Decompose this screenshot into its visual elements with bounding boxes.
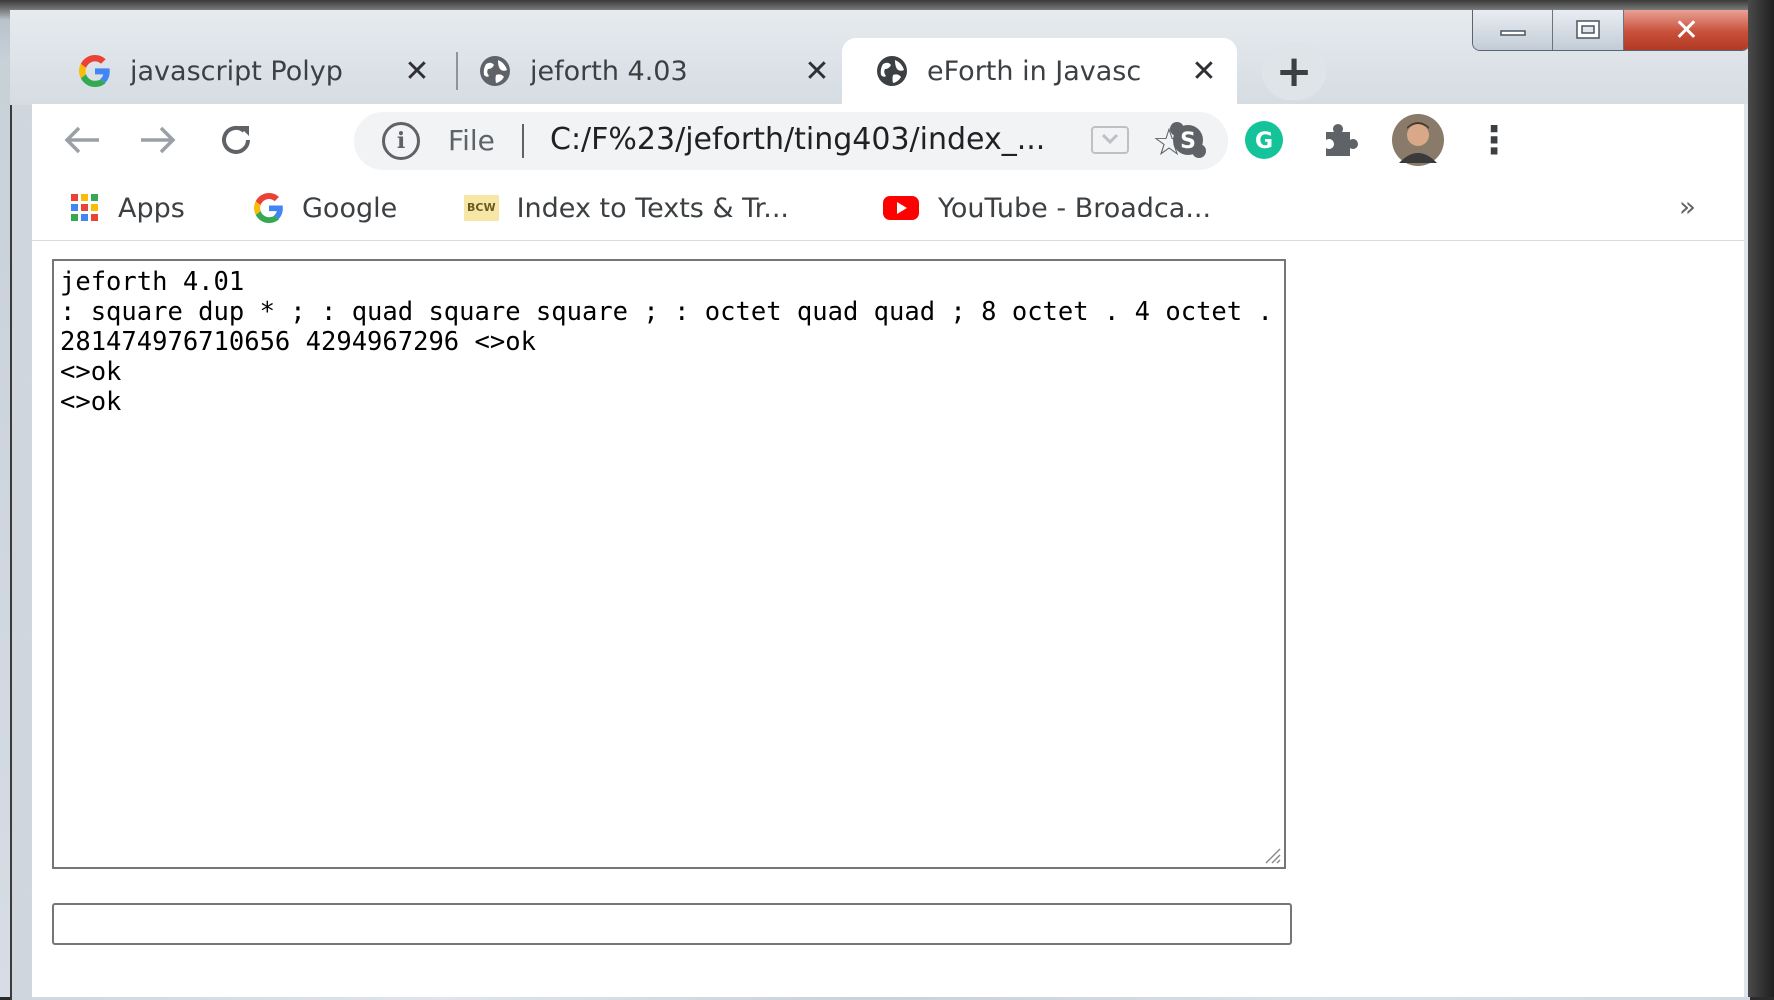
bookmark-apps[interactable]: Apps	[70, 186, 185, 230]
browser-toolbar: i File C:/F%23/jeforth/ting403/index_...…	[32, 104, 1744, 176]
bookmark-label: Google	[302, 192, 398, 224]
tab-javascript-polyp[interactable]: javascript Polyp ✕	[78, 38, 450, 104]
url-separator	[522, 124, 524, 158]
globe-icon	[478, 54, 512, 88]
minimize-icon	[1499, 30, 1526, 36]
close-icon: ✕	[1673, 12, 1700, 48]
close-tab-icon[interactable]: ✕	[398, 52, 436, 90]
tab-jeforth-403[interactable]: jeforth 4.03 ✕	[478, 38, 850, 104]
puzzle-piece-icon	[1326, 124, 1358, 156]
youtube-icon	[882, 194, 920, 222]
resize-grip-icon[interactable]	[1260, 843, 1282, 865]
profile-avatar-button[interactable]	[1390, 112, 1446, 168]
desktop-edge	[1748, 0, 1774, 997]
tab-title: jeforth 4.03	[530, 55, 688, 87]
tab-divider	[456, 52, 458, 90]
minimize-button[interactable]	[1473, 10, 1554, 50]
back-button[interactable]	[60, 118, 104, 162]
close-window-button[interactable]: ✕	[1623, 10, 1749, 50]
reload-button[interactable]	[214, 118, 258, 162]
close-tab-icon[interactable]: ✕	[798, 52, 836, 90]
bookmark-youtube[interactable]: YouTube - Broadca...	[882, 186, 1211, 230]
svg-text:G: G	[1255, 129, 1273, 154]
google-g-icon	[254, 193, 284, 223]
skype-icon: S	[1170, 122, 1206, 158]
globe-icon	[875, 54, 909, 88]
avatar	[1392, 114, 1444, 166]
console-output[interactable]: jeforth 4.01 : square dup * ; : quad squ…	[52, 259, 1286, 869]
pocket-icon	[1091, 126, 1129, 154]
bcw-icon: BCW	[464, 195, 499, 221]
new-tab-button[interactable]: +	[1262, 42, 1326, 100]
tab-eforth-in-javascript[interactable]: eForth in Javasc ✕	[842, 38, 1237, 104]
reload-icon	[222, 125, 250, 154]
extensions-button[interactable]	[1318, 118, 1362, 162]
bookmark-label: Apps	[118, 192, 185, 224]
maximize-icon	[1576, 20, 1600, 39]
apps-grid-icon	[70, 193, 100, 223]
bookmarks-bar: Apps Google BCW Index to Texts & Tr... Y…	[32, 176, 1744, 241]
url-text[interactable]: C:/F%23/jeforth/ting403/index_...	[550, 122, 1110, 157]
svg-text:S: S	[1180, 129, 1196, 154]
bookmarks-overflow-icon[interactable]: »	[1679, 190, 1696, 223]
arrow-left-icon	[64, 126, 99, 154]
google-g-icon	[78, 54, 112, 88]
close-tab-icon[interactable]: ✕	[1185, 52, 1223, 90]
tab-title: javascript Polyp	[130, 55, 343, 87]
bookmark-label: YouTube - Broadca...	[938, 192, 1212, 224]
pocket-extension-button[interactable]	[1088, 118, 1132, 162]
forward-button[interactable]	[136, 118, 180, 162]
url-scheme-label: File	[448, 124, 495, 157]
arrow-right-icon	[141, 126, 176, 154]
more-vertical-icon: ⋮	[1475, 118, 1513, 162]
window-controls: ✕	[1472, 10, 1750, 51]
grammarly-extension-button[interactable]: G	[1242, 118, 1286, 162]
command-input[interactable]	[52, 903, 1292, 945]
skype-extension-button[interactable]: S	[1166, 118, 1210, 162]
bookmark-label: Index to Texts & Tr...	[516, 192, 789, 224]
bookmark-index-to-texts[interactable]: BCW Index to Texts & Tr...	[464, 186, 789, 230]
chrome-menu-button[interactable]: ⋮	[1472, 118, 1516, 162]
page-content: jeforth 4.01 : square dup * ; : quad squ…	[32, 241, 1744, 997]
info-icon[interactable]: i	[382, 122, 420, 160]
maximize-button[interactable]	[1553, 10, 1624, 50]
tab-title: eForth in Javasc	[927, 55, 1142, 87]
bookmark-google[interactable]: Google	[254, 186, 397, 230]
grammarly-icon: G	[1245, 121, 1283, 159]
plus-icon: +	[1275, 45, 1313, 97]
